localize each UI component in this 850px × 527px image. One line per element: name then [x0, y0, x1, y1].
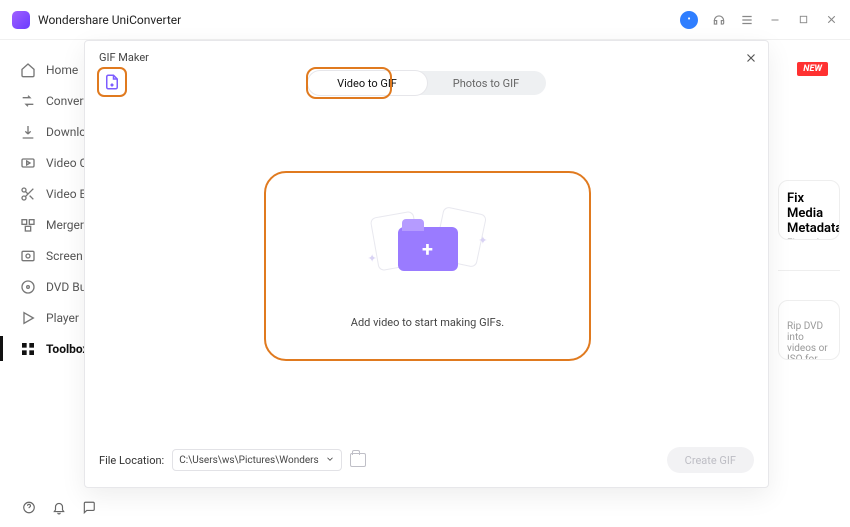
sidebar-item-label: Home	[46, 63, 78, 77]
title-bar: Wondershare UniConverter •	[0, 0, 850, 40]
peek-divider	[778, 270, 840, 271]
merger-icon	[20, 217, 36, 233]
disc-icon	[20, 279, 36, 295]
chevron-down-icon	[325, 454, 335, 467]
mode-segmented-control: Video to GIF Photos to GIF	[308, 71, 546, 95]
modal-footer: File Location: C:\Users\ws\Pictures\Wond…	[99, 447, 754, 473]
home-icon	[20, 62, 36, 78]
peek-card-metadata[interactable]: Fix Media Metadata Fix and edit metadata	[778, 180, 840, 240]
peek-card-rip[interactable]: Rip DVD into videos or ISO for CD.	[778, 300, 840, 360]
file-location-value: C:\Users\ws\Pictures\Wonders	[179, 455, 319, 466]
title-bar-actions: •	[680, 11, 838, 29]
recorder-icon	[20, 248, 36, 264]
file-location-select[interactable]: C:\Users\ws\Pictures\Wonders	[172, 449, 342, 471]
menu-icon[interactable]	[740, 13, 754, 27]
peek-card-sub: Fix and edit metadata	[787, 238, 831, 240]
sparkle-icon: ✦	[478, 234, 487, 247]
tab-video-to-gif[interactable]: Video to GIF	[308, 71, 427, 95]
browse-folder-button[interactable]	[350, 453, 366, 467]
drop-zone[interactable]: ✦ ✦ + Add video to start making GIFs.	[264, 171, 591, 361]
close-icon[interactable]	[744, 50, 758, 64]
sidebar-item-label: Toolbox	[46, 342, 89, 356]
create-gif-button[interactable]: Create GIF	[667, 447, 754, 473]
toolbox-icon	[20, 341, 36, 357]
sidebar-item-label: Merger	[46, 218, 84, 232]
maximize-icon[interactable]	[796, 13, 810, 27]
bell-icon[interactable]	[52, 500, 66, 514]
user-avatar[interactable]: •	[680, 11, 698, 29]
minimize-icon[interactable]	[768, 13, 782, 27]
play-icon	[20, 310, 36, 326]
app-title: Wondershare UniConverter	[38, 13, 680, 27]
feedback-icon[interactable]	[82, 500, 96, 514]
sidebar-item-label: Player	[46, 311, 79, 325]
modal-header: GIF Maker	[85, 41, 768, 67]
headset-icon[interactable]	[712, 13, 726, 27]
close-window-icon[interactable]	[824, 13, 838, 27]
drop-zone-text: Add video to start making GIFs.	[351, 316, 504, 329]
compressor-icon	[20, 155, 36, 171]
bottom-bar	[0, 487, 118, 527]
sparkle-icon: ✦	[368, 252, 377, 265]
download-icon	[20, 124, 36, 140]
drop-illustration: ✦ ✦ +	[368, 204, 488, 294]
modal-title: GIF Maker	[99, 51, 149, 64]
tab-photos-to-gif[interactable]: Photos to GIF	[427, 71, 546, 95]
plus-icon: +	[422, 239, 433, 259]
add-file-button[interactable]	[97, 67, 127, 97]
peek-card-text: Rip DVD into videos or ISO for CD.	[787, 321, 831, 360]
new-badge: NEW	[797, 62, 828, 76]
scissors-icon	[20, 186, 36, 202]
gif-maker-modal: GIF Maker Video to GIF Photos to GIF ✦ ✦…	[84, 40, 769, 488]
app-logo-icon	[12, 11, 30, 29]
file-location-label: File Location:	[99, 454, 164, 467]
help-icon[interactable]	[22, 500, 36, 514]
folder-icon: +	[398, 227, 458, 271]
converter-icon	[20, 93, 36, 109]
peek-card-title: Fix Media Metadata	[787, 191, 831, 236]
